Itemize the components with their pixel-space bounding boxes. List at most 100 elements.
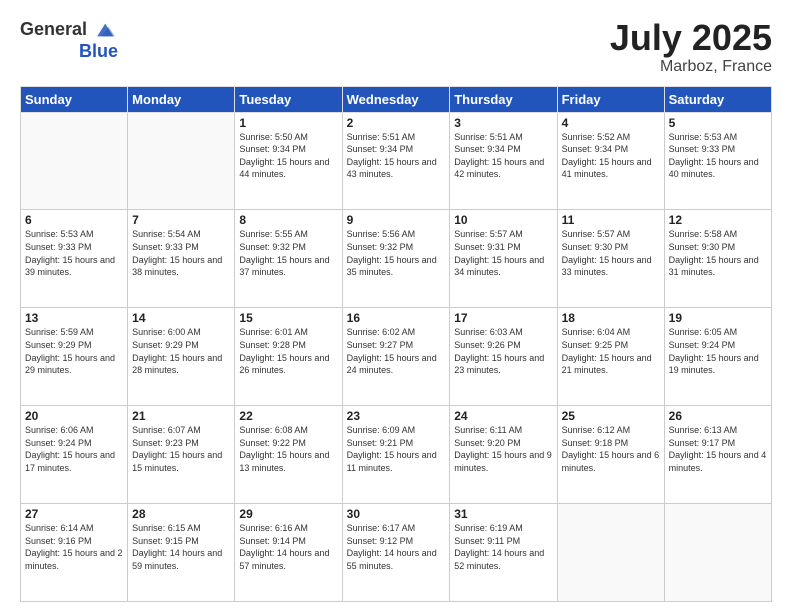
calendar-week-row: 20Sunrise: 6:06 AM Sunset: 9:24 PM Dayli… xyxy=(21,406,772,504)
day-info: Sunrise: 6:04 AM Sunset: 9:25 PM Dayligh… xyxy=(562,326,660,376)
day-info: Sunrise: 5:57 AM Sunset: 9:30 PM Dayligh… xyxy=(562,228,660,278)
day-of-week-header: Saturday xyxy=(664,86,771,112)
day-number: 4 xyxy=(562,116,660,130)
day-info: Sunrise: 6:17 AM Sunset: 9:12 PM Dayligh… xyxy=(347,522,446,572)
calendar-cell: 26Sunrise: 6:13 AM Sunset: 9:17 PM Dayli… xyxy=(664,406,771,504)
calendar-cell: 18Sunrise: 6:04 AM Sunset: 9:25 PM Dayli… xyxy=(557,308,664,406)
day-info: Sunrise: 6:00 AM Sunset: 9:29 PM Dayligh… xyxy=(132,326,230,376)
calendar-cell: 27Sunrise: 6:14 AM Sunset: 9:16 PM Dayli… xyxy=(21,504,128,602)
month-title: July 2025 xyxy=(610,18,772,58)
day-info: Sunrise: 5:54 AM Sunset: 9:33 PM Dayligh… xyxy=(132,228,230,278)
day-number: 18 xyxy=(562,311,660,325)
day-info: Sunrise: 6:16 AM Sunset: 9:14 PM Dayligh… xyxy=(239,522,337,572)
day-info: Sunrise: 6:11 AM Sunset: 9:20 PM Dayligh… xyxy=(454,424,552,474)
day-info: Sunrise: 5:51 AM Sunset: 9:34 PM Dayligh… xyxy=(347,131,446,181)
calendar-cell: 21Sunrise: 6:07 AM Sunset: 9:23 PM Dayli… xyxy=(128,406,235,504)
calendar-cell: 29Sunrise: 6:16 AM Sunset: 9:14 PM Dayli… xyxy=(235,504,342,602)
day-info: Sunrise: 6:06 AM Sunset: 9:24 PM Dayligh… xyxy=(25,424,123,474)
day-number: 6 xyxy=(25,213,123,227)
calendar-cell: 16Sunrise: 6:02 AM Sunset: 9:27 PM Dayli… xyxy=(342,308,450,406)
day-number: 29 xyxy=(239,507,337,521)
day-number: 20 xyxy=(25,409,123,423)
calendar-cell: 7Sunrise: 5:54 AM Sunset: 9:33 PM Daylig… xyxy=(128,210,235,308)
day-number: 11 xyxy=(562,213,660,227)
logo-general-text: General xyxy=(20,18,118,42)
day-info: Sunrise: 5:58 AM Sunset: 9:30 PM Dayligh… xyxy=(669,228,767,278)
day-number: 13 xyxy=(25,311,123,325)
day-info: Sunrise: 5:53 AM Sunset: 9:33 PM Dayligh… xyxy=(25,228,123,278)
day-number: 23 xyxy=(347,409,446,423)
day-number: 16 xyxy=(347,311,446,325)
calendar-cell: 24Sunrise: 6:11 AM Sunset: 9:20 PM Dayli… xyxy=(450,406,557,504)
day-info: Sunrise: 5:52 AM Sunset: 9:34 PM Dayligh… xyxy=(562,131,660,181)
day-info: Sunrise: 6:13 AM Sunset: 9:17 PM Dayligh… xyxy=(669,424,767,474)
calendar-week-row: 27Sunrise: 6:14 AM Sunset: 9:16 PM Dayli… xyxy=(21,504,772,602)
day-info: Sunrise: 6:19 AM Sunset: 9:11 PM Dayligh… xyxy=(454,522,552,572)
header: General Blue July 2025 Marboz, France xyxy=(20,18,772,76)
calendar-cell: 2Sunrise: 5:51 AM Sunset: 9:34 PM Daylig… xyxy=(342,112,450,210)
calendar-cell: 22Sunrise: 6:08 AM Sunset: 9:22 PM Dayli… xyxy=(235,406,342,504)
logo: General Blue xyxy=(20,18,118,60)
day-number: 14 xyxy=(132,311,230,325)
calendar-cell: 4Sunrise: 5:52 AM Sunset: 9:34 PM Daylig… xyxy=(557,112,664,210)
day-number: 17 xyxy=(454,311,552,325)
day-info: Sunrise: 5:59 AM Sunset: 9:29 PM Dayligh… xyxy=(25,326,123,376)
calendar-cell: 30Sunrise: 6:17 AM Sunset: 9:12 PM Dayli… xyxy=(342,504,450,602)
logo-icon xyxy=(94,18,118,42)
calendar-week-row: 6Sunrise: 5:53 AM Sunset: 9:33 PM Daylig… xyxy=(21,210,772,308)
day-info: Sunrise: 6:05 AM Sunset: 9:24 PM Dayligh… xyxy=(669,326,767,376)
calendar-cell: 23Sunrise: 6:09 AM Sunset: 9:21 PM Dayli… xyxy=(342,406,450,504)
day-info: Sunrise: 6:14 AM Sunset: 9:16 PM Dayligh… xyxy=(25,522,123,572)
calendar-week-row: 13Sunrise: 5:59 AM Sunset: 9:29 PM Dayli… xyxy=(21,308,772,406)
calendar-cell: 13Sunrise: 5:59 AM Sunset: 9:29 PM Dayli… xyxy=(21,308,128,406)
logo-blue-text: Blue xyxy=(79,42,118,60)
day-number: 2 xyxy=(347,116,446,130)
day-number: 3 xyxy=(454,116,552,130)
calendar-cell: 19Sunrise: 6:05 AM Sunset: 9:24 PM Dayli… xyxy=(664,308,771,406)
day-of-week-header: Friday xyxy=(557,86,664,112)
day-info: Sunrise: 5:56 AM Sunset: 9:32 PM Dayligh… xyxy=(347,228,446,278)
day-number: 31 xyxy=(454,507,552,521)
calendar-cell xyxy=(557,504,664,602)
calendar-cell: 15Sunrise: 6:01 AM Sunset: 9:28 PM Dayli… xyxy=(235,308,342,406)
calendar-cell: 17Sunrise: 6:03 AM Sunset: 9:26 PM Dayli… xyxy=(450,308,557,406)
day-of-week-header: Tuesday xyxy=(235,86,342,112)
day-info: Sunrise: 6:08 AM Sunset: 9:22 PM Dayligh… xyxy=(239,424,337,474)
day-number: 24 xyxy=(454,409,552,423)
day-of-week-header: Sunday xyxy=(21,86,128,112)
calendar-cell: 1Sunrise: 5:50 AM Sunset: 9:34 PM Daylig… xyxy=(235,112,342,210)
day-number: 27 xyxy=(25,507,123,521)
calendar-week-row: 1Sunrise: 5:50 AM Sunset: 9:34 PM Daylig… xyxy=(21,112,772,210)
calendar-cell: 20Sunrise: 6:06 AM Sunset: 9:24 PM Dayli… xyxy=(21,406,128,504)
calendar-cell: 31Sunrise: 6:19 AM Sunset: 9:11 PM Dayli… xyxy=(450,504,557,602)
day-number: 30 xyxy=(347,507,446,521)
calendar-cell: 28Sunrise: 6:15 AM Sunset: 9:15 PM Dayli… xyxy=(128,504,235,602)
day-info: Sunrise: 6:12 AM Sunset: 9:18 PM Dayligh… xyxy=(562,424,660,474)
day-info: Sunrise: 5:55 AM Sunset: 9:32 PM Dayligh… xyxy=(239,228,337,278)
day-info: Sunrise: 6:15 AM Sunset: 9:15 PM Dayligh… xyxy=(132,522,230,572)
calendar-cell: 8Sunrise: 5:55 AM Sunset: 9:32 PM Daylig… xyxy=(235,210,342,308)
title-block: July 2025 Marboz, France xyxy=(610,18,772,76)
day-of-week-header: Monday xyxy=(128,86,235,112)
calendar-table: SundayMondayTuesdayWednesdayThursdayFrid… xyxy=(20,86,772,602)
day-info: Sunrise: 6:01 AM Sunset: 9:28 PM Dayligh… xyxy=(239,326,337,376)
day-info: Sunrise: 6:07 AM Sunset: 9:23 PM Dayligh… xyxy=(132,424,230,474)
calendar-cell: 14Sunrise: 6:00 AM Sunset: 9:29 PM Dayli… xyxy=(128,308,235,406)
calendar-cell xyxy=(128,112,235,210)
day-info: Sunrise: 5:50 AM Sunset: 9:34 PM Dayligh… xyxy=(239,131,337,181)
page: General Blue July 2025 Marboz, France Su… xyxy=(0,0,792,612)
day-info: Sunrise: 6:02 AM Sunset: 9:27 PM Dayligh… xyxy=(347,326,446,376)
calendar-cell xyxy=(21,112,128,210)
calendar-cell: 10Sunrise: 5:57 AM Sunset: 9:31 PM Dayli… xyxy=(450,210,557,308)
day-number: 7 xyxy=(132,213,230,227)
day-number: 10 xyxy=(454,213,552,227)
day-number: 26 xyxy=(669,409,767,423)
day-info: Sunrise: 5:53 AM Sunset: 9:33 PM Dayligh… xyxy=(669,131,767,181)
day-number: 15 xyxy=(239,311,337,325)
calendar-cell: 3Sunrise: 5:51 AM Sunset: 9:34 PM Daylig… xyxy=(450,112,557,210)
calendar-header-row: SundayMondayTuesdayWednesdayThursdayFrid… xyxy=(21,86,772,112)
day-info: Sunrise: 6:09 AM Sunset: 9:21 PM Dayligh… xyxy=(347,424,446,474)
day-number: 12 xyxy=(669,213,767,227)
calendar-cell: 5Sunrise: 5:53 AM Sunset: 9:33 PM Daylig… xyxy=(664,112,771,210)
day-number: 22 xyxy=(239,409,337,423)
